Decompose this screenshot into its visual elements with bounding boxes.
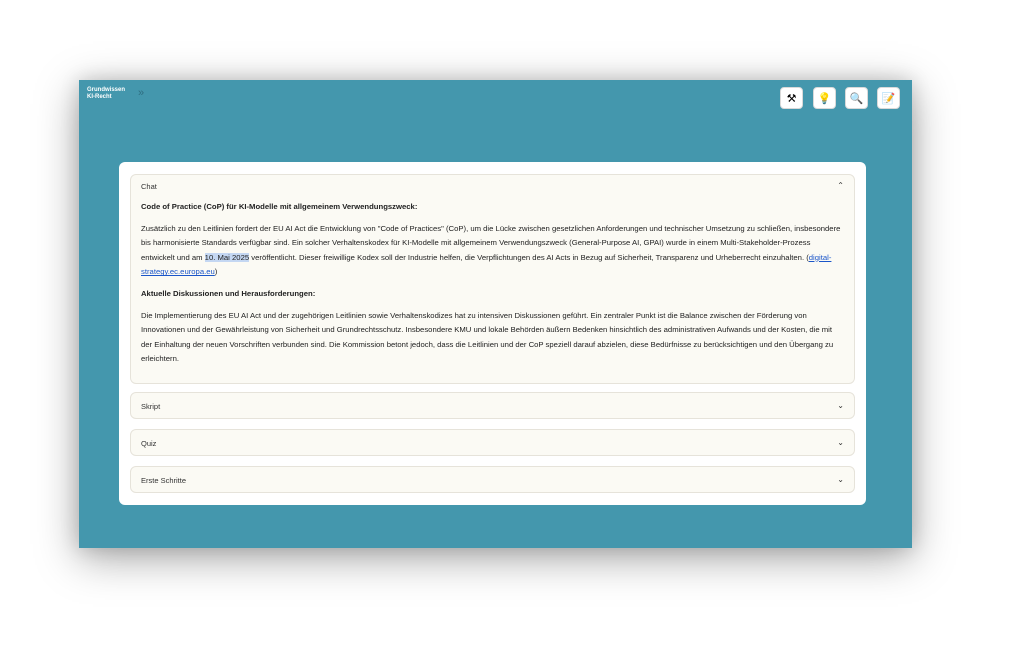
- memo-icon: 📝: [881, 92, 896, 105]
- chat-heading-discussions: Aktuelle Diskussionen und Herausforderun…: [141, 288, 316, 298]
- highlighted-date: 10. Mai 2025: [204, 252, 250, 262]
- accordion-chat: Chat ⌃ Code of Practice (CoP) für KI-Mod…: [130, 174, 855, 384]
- chat-paragraph-1: Zusätzlich zu den Leitlinien fordert der…: [141, 222, 842, 280]
- p1-text-end: veröffentlicht. Dieser freiwillige Kodex…: [249, 252, 809, 262]
- tools-icon: ⚒: [786, 92, 797, 105]
- main-panel: Chat ⌃ Code of Practice (CoP) für KI-Mod…: [119, 162, 866, 505]
- app-brand: Grundwissen KI-Recht: [87, 87, 125, 101]
- lightbulb-icon: 💡: [817, 92, 832, 105]
- notes-button[interactable]: 📝: [877, 87, 900, 109]
- accordion-skript[interactable]: Skript ⌄: [130, 392, 855, 419]
- chat-heading-code-of-practice: Code of Practice (CoP) für KI-Modelle mi…: [141, 202, 418, 211]
- p1-close-paren: ): [214, 267, 218, 277]
- accordion-chat-header[interactable]: Chat ⌃: [131, 175, 854, 199]
- accordion-skript-title: Skript: [141, 402, 161, 411]
- chat-content: Code of Practice (CoP) für KI-Modelle mi…: [141, 200, 842, 367]
- brand-line-1: Grundwissen: [87, 87, 126, 93]
- accordion-erste-schritte[interactable]: Erste Schritte ⌄: [130, 466, 855, 493]
- chevron-down-icon[interactable]: ⌄: [837, 400, 844, 412]
- magnifier-icon: 🔍: [849, 92, 864, 105]
- accordion-erste-schritte-title: Erste Schritte: [141, 476, 187, 485]
- search-button[interactable]: 🔍: [845, 87, 868, 109]
- accordion-quiz-title: Quiz: [141, 439, 157, 448]
- accordion-quiz-header[interactable]: Quiz ⌄: [131, 430, 854, 454]
- brand-line-2: KI-Recht: [87, 94, 112, 100]
- chevron-down-icon[interactable]: ⌄: [837, 437, 844, 449]
- accordion-erste-schritte-header[interactable]: Erste Schritte ⌄: [131, 467, 854, 491]
- chevron-up-icon[interactable]: ⌃: [837, 180, 844, 192]
- lightbulb-button[interactable]: 💡: [813, 87, 836, 109]
- chevron-down-icon[interactable]: ⌄: [837, 474, 844, 486]
- chat-paragraph-2: Die Implementierung des EU AI Act und de…: [141, 310, 834, 364]
- tools-button[interactable]: ⚒: [780, 87, 803, 109]
- accordion-chat-title: Chat: [141, 182, 157, 191]
- app-window: Grundwissen KI-Recht » ⚒ 💡 🔍 📝 Chat ⌃ Co…: [79, 80, 912, 548]
- accordion-quiz[interactable]: Quiz ⌄: [130, 429, 855, 456]
- accordion-skript-header[interactable]: Skript ⌄: [131, 393, 854, 417]
- sidebar-expand-icon[interactable]: »: [138, 88, 144, 99]
